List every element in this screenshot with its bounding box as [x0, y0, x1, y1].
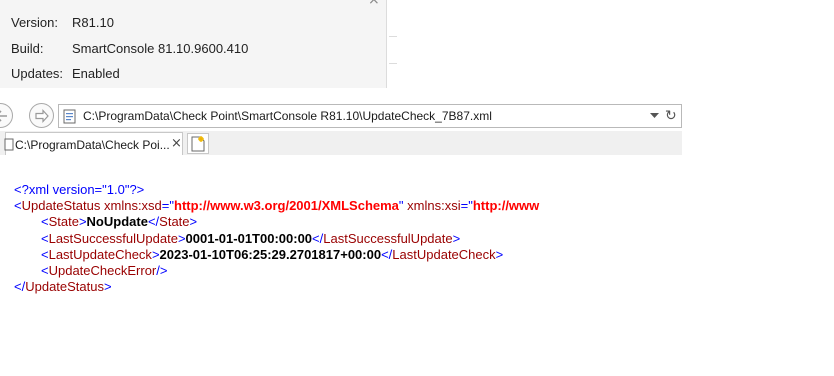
xml-markup: </	[381, 247, 393, 262]
new-tab-button[interactable]	[187, 133, 209, 154]
build-value: SmartConsole 81.10.9600.410	[72, 41, 249, 56]
xml-last-update-check-element: <LastUpdateCheck>2023-01-10T06:25:29.270…	[41, 247, 503, 263]
xml-markup: "	[398, 198, 404, 213]
address-bar: C:\ProgramData\Check Point\SmartConsole …	[0, 99, 682, 131]
forward-arrow-icon	[35, 108, 49, 124]
xml-tag-name: UpdateStatus	[25, 279, 104, 294]
xml-markup: </	[147, 214, 160, 229]
new-tab-icon	[191, 136, 205, 152]
xml-markup: >	[189, 214, 198, 229]
refresh-icon[interactable]: ↻	[665, 108, 677, 124]
xml-markup: </	[14, 279, 26, 294]
tab-xml-file[interactable]: C:\ProgramData\Check Poi... ×	[4, 132, 183, 155]
version-value: R81.10	[72, 15, 114, 30]
xml-text-value: NoUpdate	[86, 214, 148, 229]
xml-markup: <	[41, 263, 49, 278]
version-label: Version:	[11, 15, 58, 30]
xml-tag-name: LastSuccessfulUpdate	[323, 231, 453, 246]
xml-page-icon	[63, 109, 76, 124]
xml-markup: <	[41, 231, 49, 246]
xml-markup: >	[452, 231, 461, 246]
xml-markup: />	[156, 263, 168, 278]
xml-markup: >	[78, 214, 87, 229]
tab-close-icon[interactable]: ×	[171, 136, 182, 151]
xml-declaration-text: <?xml version="1.0"?>	[14, 182, 145, 197]
xml-markup: >	[104, 279, 112, 294]
xml-update-check-error-element: <UpdateCheckError/>	[41, 263, 167, 279]
xml-markup: ="	[460, 198, 473, 213]
updates-value: Enabled	[72, 66, 120, 81]
xml-tag-name: UpdateStatus	[21, 198, 101, 213]
xml-markup: <	[14, 198, 22, 213]
xml-attr-value: http://www	[472, 198, 540, 213]
tab-page-icon	[4, 138, 14, 151]
xml-declaration: <?xml version="1.0"?>	[14, 182, 144, 198]
close-icon[interactable]: ×	[368, 0, 380, 8]
xml-tag-name: LastUpdateCheck	[392, 247, 496, 262]
back-button[interactable]	[0, 103, 13, 128]
xml-root-open: <UpdateStatus xmlns:xsd="http://www.w3.o…	[14, 198, 539, 214]
panel-divider	[389, 36, 397, 37]
xml-markup: <	[41, 214, 49, 229]
panel-scroll-edge	[386, 0, 397, 88]
xml-tag-name: State	[159, 214, 190, 229]
chevron-down-icon[interactable]	[650, 113, 659, 119]
xml-tag-name: UpdateCheckError	[48, 263, 157, 278]
back-arrow-icon	[0, 110, 7, 122]
updates-label: Updates:	[11, 66, 64, 81]
xml-text-value: 2023-01-10T06:25:29.2701817+00:00	[159, 247, 382, 262]
xml-markup: <	[41, 247, 49, 262]
xml-state-element: <State>NoUpdate</State>	[41, 214, 197, 230]
xml-tag-name: LastUpdateCheck	[48, 247, 152, 262]
xml-attr-value: http://www.w3.org/2001/XMLSchema	[174, 198, 399, 213]
xml-text-value: 0001-01-01T00:00:00	[185, 231, 313, 246]
xml-document: <?xml version="1.0"?> <UpdateStatus xmln…	[0, 155, 682, 376]
tab-strip: C:\ProgramData\Check Poi... ×	[0, 131, 682, 155]
xml-markup: </	[312, 231, 324, 246]
xml-tag-name: State	[48, 214, 79, 229]
forward-button[interactable]	[29, 103, 54, 128]
xml-markup: ="	[161, 198, 175, 213]
url-text: C:\ProgramData\Check Point\SmartConsole …	[83, 109, 492, 123]
panel-divider	[389, 63, 397, 64]
xml-markup: >	[495, 247, 504, 262]
url-input[interactable]: C:\ProgramData\Check Point\SmartConsole …	[58, 104, 682, 128]
version-info-panel: × Version: R81.10 Build: SmartConsole 81…	[0, 0, 397, 88]
xml-attr-name: xmlns:xsd	[104, 198, 162, 213]
xml-markup: >	[151, 247, 160, 262]
xml-tag-name: LastSuccessfulUpdate	[48, 231, 178, 246]
xml-attr-name: xmlns:xsi	[407, 198, 461, 213]
tab-label: C:\ProgramData\Check Poi...	[15, 138, 170, 152]
xml-last-successful-update-element: <LastSuccessfulUpdate>0001-01-01T00:00:0…	[41, 231, 460, 247]
build-label: Build:	[11, 41, 44, 56]
xml-root-close: </UpdateStatus>	[14, 279, 112, 295]
xml-markup: >	[177, 231, 186, 246]
